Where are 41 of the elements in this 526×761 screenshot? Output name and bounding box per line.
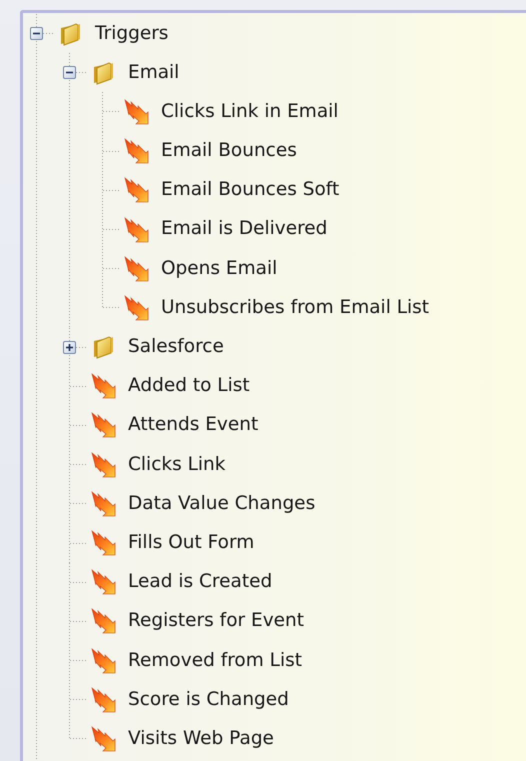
tree-item[interactable]: Email Bounces (161, 140, 297, 162)
lightning-arrow-icon (90, 648, 116, 674)
tree-item[interactable]: Clicks Link (128, 454, 226, 476)
lightning-arrow-icon (90, 452, 116, 478)
lightning-arrow-icon (90, 686, 116, 713)
tree-item[interactable]: Email is Delivered (161, 218, 328, 241)
tree-item[interactable]: Unsubscribes from Email List (161, 296, 430, 319)
lightning-arrow-icon (90, 608, 116, 634)
lightning-arrow-icon (90, 373, 116, 400)
tree-item[interactable]: Clicks Link in Email (161, 100, 338, 124)
lightning-arrow-icon (124, 216, 148, 243)
lightning-arrow-icon (90, 569, 116, 596)
lightning-arrow-icon (124, 177, 148, 204)
collapse-icon[interactable] (63, 66, 76, 80)
folder-icon (91, 60, 115, 86)
tree-item[interactable]: Salesforce (128, 336, 224, 358)
folder-icon (91, 334, 115, 360)
tree-item[interactable]: Email Bounces Soft (161, 179, 340, 202)
folder-icon (58, 20, 82, 47)
tree-item[interactable]: Registers for Event (128, 610, 304, 632)
lightning-arrow-icon (90, 530, 116, 556)
tree-item[interactable]: Removed from List (128, 650, 302, 672)
tree-item[interactable]: Lead is Created (128, 571, 272, 594)
expand-icon[interactable] (63, 340, 76, 354)
tree-item[interactable]: Data Value Changes (128, 492, 316, 515)
lightning-arrow-icon (124, 256, 148, 282)
tree-item[interactable]: Triggers (95, 22, 168, 45)
tree-item[interactable]: Visits Web Page (128, 728, 274, 750)
lightning-arrow-icon (124, 98, 148, 125)
lightning-arrow-icon (90, 412, 116, 438)
tree-item[interactable]: Opens Email (161, 258, 278, 280)
collapse-icon[interactable] (30, 27, 43, 40)
tree-item[interactable]: Attends Event (128, 414, 258, 437)
lightning-arrow-icon (124, 294, 148, 321)
tree-item[interactable]: Fills Out Form (128, 532, 254, 554)
tree-item[interactable]: Score is Changed (128, 688, 289, 711)
lightning-arrow-icon (90, 490, 116, 517)
tree-item[interactable]: Added to List (128, 375, 250, 398)
tree-item[interactable]: Email (128, 62, 180, 84)
lightning-arrow-icon (124, 138, 148, 164)
lightning-arrow-icon (90, 726, 116, 752)
